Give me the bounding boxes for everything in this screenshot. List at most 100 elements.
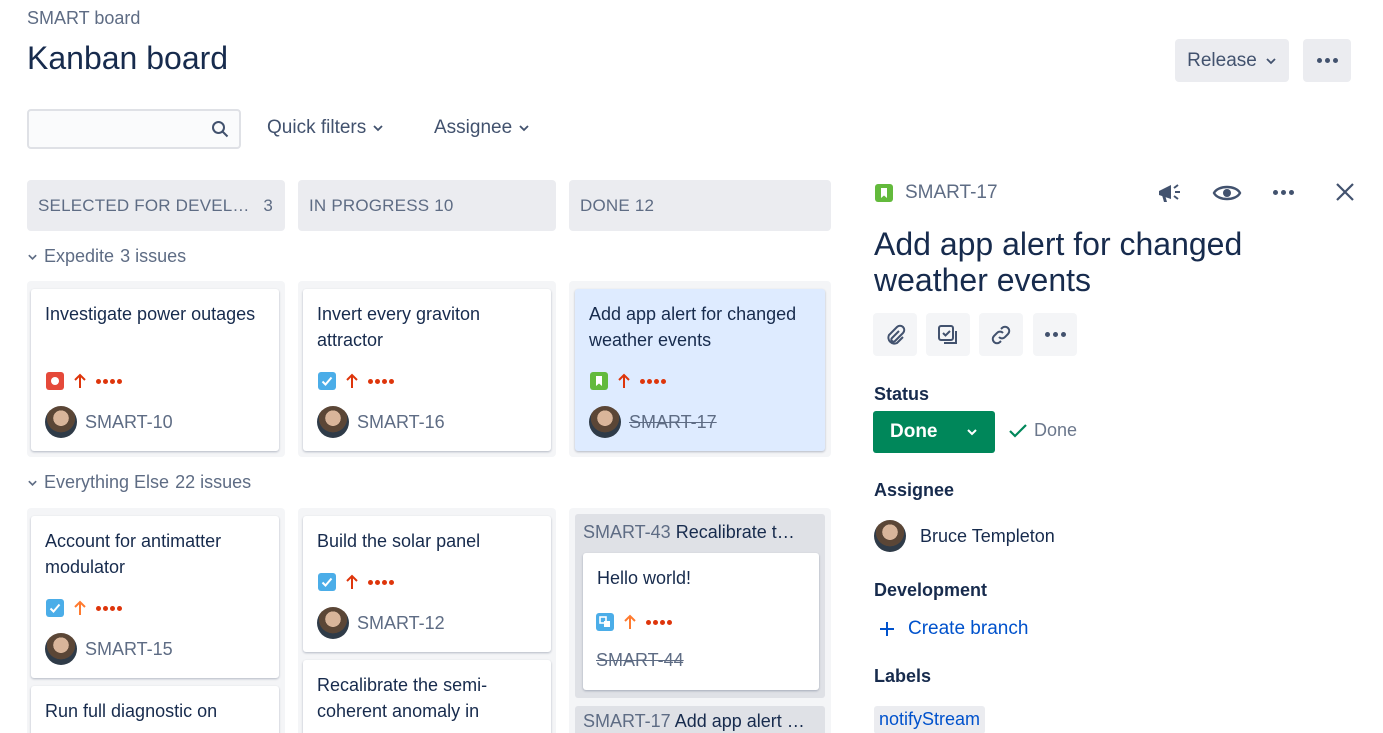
close-icon[interactable] xyxy=(1334,181,1356,203)
issue-key[interactable]: SMART-17 xyxy=(629,412,717,433)
search-input[interactable] xyxy=(27,109,241,149)
release-button[interactable]: Release xyxy=(1175,39,1289,82)
priority-medium-icon xyxy=(624,614,636,629)
avatar xyxy=(317,607,349,639)
avatar xyxy=(45,633,77,665)
priority-high-icon xyxy=(346,373,358,388)
issue-key[interactable]: SMART-10 xyxy=(85,412,173,433)
search-field[interactable] xyxy=(37,111,207,145)
chevron-down-icon xyxy=(1266,57,1276,64)
issue-card[interactable]: Run full diagnostic on xyxy=(31,686,279,733)
kanban-app: SMART board Kanban board Release Quick f… xyxy=(0,0,1383,733)
more-icon xyxy=(1316,58,1338,63)
avatar xyxy=(317,406,349,438)
parent-title: Add app alert … xyxy=(674,711,805,731)
estimate-dots xyxy=(368,378,394,384)
chevron-down-icon xyxy=(966,429,977,436)
resolution-value: Done xyxy=(1034,420,1078,440)
assignee-filter-dropdown[interactable]: Assignee xyxy=(434,117,530,139)
issue-card[interactable]: Account for antimatter modulator SMART-1… xyxy=(31,516,279,678)
more-icon[interactable] xyxy=(1273,190,1294,195)
swimlane-everything-else[interactable]: Everything Else 22 issues xyxy=(27,472,251,493)
status-dropdown[interactable]: Done xyxy=(873,411,995,453)
swimlane-count: 22 issues xyxy=(175,472,252,492)
column-count: 3 xyxy=(263,195,273,215)
priority-medium-icon xyxy=(74,600,86,615)
page-title: Kanban board xyxy=(27,40,229,76)
parent-group: SMART-17 Add app alert … xyxy=(575,706,825,733)
watch-eye-icon[interactable] xyxy=(1212,180,1242,206)
task-icon xyxy=(318,573,336,591)
parent-label[interactable]: SMART-43 Recalibrate t… xyxy=(575,514,825,543)
more-icon xyxy=(1044,332,1066,337)
issue-card[interactable]: Investigate power outages SMART-10 xyxy=(31,289,279,451)
priority-high-icon xyxy=(618,373,630,388)
issue-key[interactable]: SMART-16 xyxy=(357,412,445,433)
release-label: Release xyxy=(1187,49,1257,71)
assignee-name: Bruce Templeton xyxy=(920,525,1055,546)
card-meta xyxy=(46,372,122,390)
story-icon xyxy=(590,372,608,390)
detail-issue-key[interactable]: SMART-17 xyxy=(905,182,998,204)
label-tag[interactable]: notifyStream xyxy=(874,706,986,733)
add-subtask-button[interactable] xyxy=(926,313,970,356)
attach-button[interactable] xyxy=(873,313,917,356)
card-footer: SMART-44 xyxy=(596,650,684,671)
card-title: Invert every graviton attractor xyxy=(317,304,481,350)
search-icon xyxy=(212,121,229,138)
avatar xyxy=(874,520,906,552)
avatar xyxy=(45,406,77,438)
subtask-card[interactable]: Hello world! SMART-44 xyxy=(583,553,819,690)
chevron-down-icon xyxy=(28,480,37,486)
estimate-dots xyxy=(96,378,122,384)
issue-key[interactable]: SMART-44 xyxy=(596,650,684,671)
column-name: SELECTED FOR DEVEL… xyxy=(38,195,250,215)
card-meta xyxy=(590,372,666,390)
paperclip-icon xyxy=(887,324,906,345)
issue-card-selected[interactable]: Add app alert for changed weather events… xyxy=(575,289,825,451)
card-title: Recalibrate the semi-coherent anomaly in xyxy=(317,675,488,721)
task-icon xyxy=(318,372,336,390)
column-name: IN PROGRESS 10 xyxy=(309,195,454,215)
subtask-icon xyxy=(596,613,614,631)
detail-title[interactable]: Add app alert for changed weather events xyxy=(874,226,1314,298)
quick-filters-dropdown[interactable]: Quick filters xyxy=(267,117,384,139)
link-issue-button[interactable] xyxy=(979,313,1023,356)
card-title: Investigate power outages xyxy=(45,304,256,324)
feedback-megaphone-icon[interactable] xyxy=(1155,179,1183,207)
chevron-down-icon xyxy=(519,125,529,132)
create-branch-link[interactable]: Create branch xyxy=(878,618,1028,640)
issue-card[interactable]: Build the solar panel SMART-12 xyxy=(303,516,551,652)
issue-key[interactable]: SMART-15 xyxy=(85,639,173,660)
card-meta xyxy=(318,372,394,390)
column-header-in-progress: IN PROGRESS 10 xyxy=(298,180,556,231)
column-name: DONE 12 xyxy=(580,195,655,215)
development-label: Development xyxy=(874,580,988,600)
estimate-dots xyxy=(646,619,672,625)
swimlane-name: Everything Else xyxy=(44,472,170,492)
assignee-field[interactable]: Bruce Templeton xyxy=(874,520,1055,552)
parent-key: SMART-17 xyxy=(583,711,671,731)
estimate-dots xyxy=(368,579,394,585)
card-meta xyxy=(596,613,672,631)
card-title: Account for antimatter modulator xyxy=(45,531,222,577)
swimlane-name: Expedite xyxy=(44,246,115,266)
issue-card[interactable]: Invert every graviton attractor SMART-16 xyxy=(303,289,551,451)
swimlane-expedite[interactable]: Expedite 3 issues xyxy=(27,246,186,267)
more-actions-button[interactable] xyxy=(1033,313,1077,356)
column-header-selected: SELECTED FOR DEVEL… 3 xyxy=(27,180,285,231)
estimate-dots xyxy=(96,605,122,611)
issue-card[interactable]: Recalibrate the semi-coherent anomaly in xyxy=(303,660,551,733)
priority-high-icon xyxy=(346,574,358,589)
breadcrumb[interactable]: SMART board xyxy=(27,8,140,29)
assignee-label: Assignee xyxy=(874,480,955,500)
resolution: Done xyxy=(1008,420,1077,441)
issue-key[interactable]: SMART-12 xyxy=(357,613,445,634)
parent-label[interactable]: SMART-17 Add app alert … xyxy=(575,706,825,732)
more-actions-button[interactable] xyxy=(1303,39,1351,82)
card-title: Hello world! xyxy=(597,568,692,588)
subtask-icon xyxy=(938,324,957,344)
card-footer: SMART-15 xyxy=(45,633,173,665)
task-icon xyxy=(46,599,64,617)
chevron-down-icon xyxy=(28,254,37,260)
